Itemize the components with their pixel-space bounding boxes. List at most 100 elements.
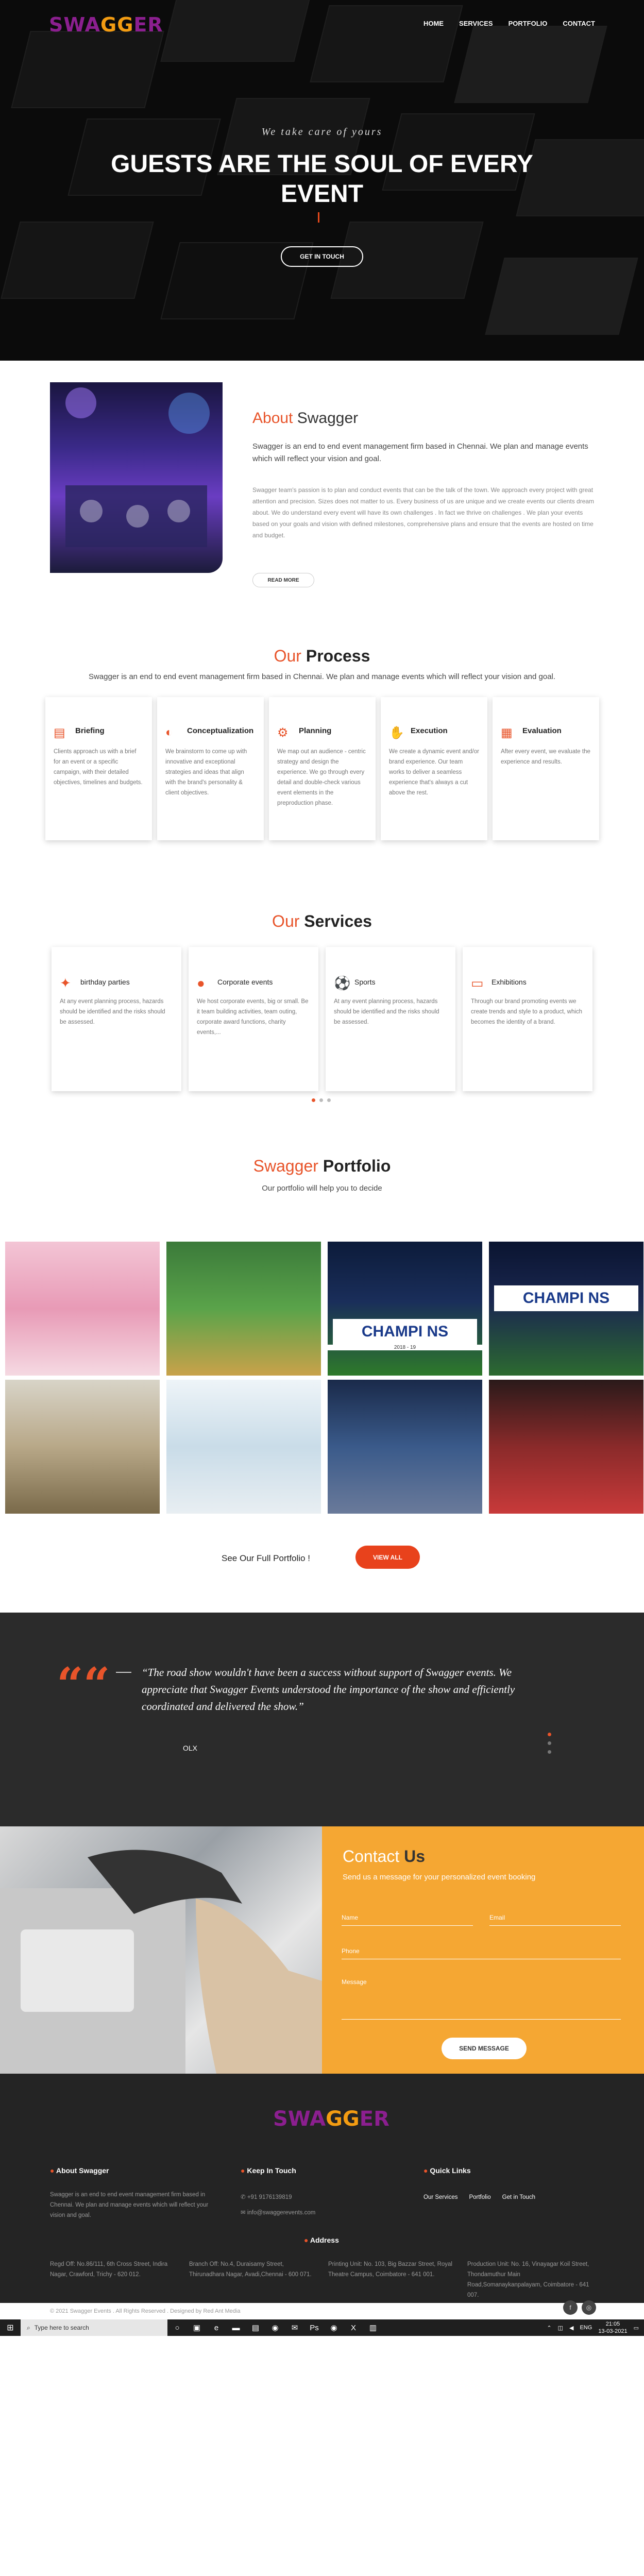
contact-title: Contact Us <box>343 1847 426 1866</box>
process-card-text: Clients approach us with a brief for an … <box>54 749 143 786</box>
network-icon[interactable]: ◫ <box>558 2325 563 2331</box>
process-card-briefing: ▤ Briefing Clients approach us with a br… <box>45 697 152 840</box>
portfolio-image-champions-2[interactable]: CHAMPI NS <box>489 1242 643 1376</box>
notes-icon[interactable]: ▥ <box>363 2319 383 2336</box>
file-explorer-icon[interactable]: ▬ <box>226 2319 246 2336</box>
board-icon: ▭ <box>471 975 484 991</box>
service-card-title: Corporate events <box>217 978 273 986</box>
portfolio-title: Swagger Portfolio <box>253 1157 391 1175</box>
nav-home[interactable]: HOME <box>423 20 444 27</box>
about-body: Swagger team's passion is to plan and co… <box>252 486 595 539</box>
portfolio-image-product-display[interactable] <box>489 1380 643 1514</box>
facebook-icon[interactable]: f <box>563 2300 578 2315</box>
edge-icon[interactable]: e <box>207 2319 226 2336</box>
clock[interactable]: 21:05 13-03-2021 <box>598 2320 627 2335</box>
notification-icon[interactable]: ▭ <box>634 2325 639 2331</box>
champions-year: 2018 - 19 <box>328 1345 482 1350</box>
task-view-icon[interactable]: ▣ <box>187 2319 207 2336</box>
process-card-evaluation: ▦ Evaluation After every event, we evalu… <box>493 697 599 840</box>
process-card-text: We map out an audience - centric strateg… <box>277 749 366 806</box>
brand-logo[interactable]: SWAGGER <box>49 13 163 36</box>
photoshop-icon[interactable]: Ps <box>304 2319 324 2336</box>
cortana-icon[interactable]: ○ <box>167 2319 187 2336</box>
system-tray: ⌃ ◫ ◀ ENG 21:05 13-03-2021 ▭ <box>547 2319 639 2336</box>
service-card-birthday[interactable]: ✦ birthday parties At any event planning… <box>52 947 181 1091</box>
portfolio-image-exhibition-stall[interactable] <box>328 1380 482 1514</box>
excel-icon[interactable]: X <box>344 2319 363 2336</box>
testimonial-dot[interactable] <box>548 1741 551 1745</box>
mail-icon: ✉ <box>241 2210 247 2216</box>
service-card-exhibitions[interactable]: ▭ Exhibitions Through our brand promotin… <box>463 947 592 1091</box>
quote-divider <box>116 1672 131 1673</box>
name-field[interactable]: Name <box>342 1914 473 1926</box>
clipboard-icon: ▤ <box>54 726 65 740</box>
full-portfolio-text: See Our Full Portfolio ! <box>222 1553 310 1563</box>
footer-links-heading: ● Quick Links <box>423 2166 471 2175</box>
language-indicator[interactable]: ENG <box>580 2325 592 2331</box>
hero-typing-cursor <box>318 212 319 223</box>
process-card-title: Execution <box>411 726 448 735</box>
phone-field[interactable]: Phone <box>342 1947 621 1959</box>
social-links: f ◎ <box>563 2300 596 2315</box>
footer-link-portfolio[interactable]: Portfolio <box>469 2192 490 2202</box>
footer-address-2: Branch Off: No.4, Duraisamy Street, Thir… <box>189 2261 312 2278</box>
email-field[interactable]: Email <box>489 1914 621 1926</box>
portfolio-image-kids-activity[interactable] <box>166 1380 321 1514</box>
carousel-dot[interactable] <box>312 1098 315 1102</box>
footer-keep-heading: ● Keep In Touch <box>241 2166 296 2175</box>
footer-email[interactable]: ✉ info@swaggerevents.com <box>241 2208 315 2218</box>
process-card-title: Evaluation <box>522 726 562 735</box>
read-more-button[interactable]: READ MORE <box>252 573 314 587</box>
nav-portfolio[interactable]: PORTFOLIO <box>509 20 548 27</box>
service-card-corporate[interactable]: ● Corporate events We host corporate eve… <box>189 947 318 1091</box>
process-title: Our Process <box>274 647 370 665</box>
chrome-icon[interactable]: ◉ <box>265 2319 285 2336</box>
portfolio-subtitle: Our portfolio will help you to decide <box>262 1184 382 1193</box>
volume-icon[interactable]: ◀ <box>569 2325 573 2331</box>
footer-about-heading: ● About Swagger <box>50 2166 109 2175</box>
handshake-icon: ✋ <box>389 726 404 740</box>
get-in-touch-button[interactable]: GET IN TOUCH <box>281 246 363 267</box>
taskbar-search[interactable]: ⌕ Type here to search <box>21 2319 167 2336</box>
service-card-text: Through our brand promoting events we cr… <box>471 998 583 1025</box>
service-cards: ✦ birthday parties At any event planning… <box>52 947 592 1091</box>
process-card-text: We create a dynamic event and/or brand e… <box>389 749 479 796</box>
footer-phone[interactable]: ✆ +91 9176139819 <box>241 2192 292 2202</box>
testimonial-dot[interactable] <box>548 1733 551 1736</box>
process-card-title: Planning <box>299 726 332 735</box>
chrome-icon[interactable]: ◉ <box>324 2319 344 2336</box>
footer-quick-links: Our Services Portfolio Get in Touch <box>423 2192 535 2202</box>
nav-contact[interactable]: CONTACT <box>563 20 595 27</box>
chevron-up-icon[interactable]: ⌃ <box>547 2325 551 2331</box>
footer-address-heading: ● Address <box>304 2236 339 2244</box>
footer-address-3: Printing Unit: No. 103, Big Bazzar Stree… <box>328 2261 452 2278</box>
stage-lights-illustration <box>65 387 210 547</box>
portfolio-image-champions-1[interactable]: CHAMPI NS 2018 - 19 <box>328 1242 482 1376</box>
instagram-icon[interactable]: ◎ <box>582 2300 596 2315</box>
testimonial-dot[interactable] <box>548 1750 551 1754</box>
portfolio-image-wedding-stage[interactable] <box>5 1242 160 1376</box>
process-subtitle: Swagger is an end to end event managemen… <box>88 672 556 681</box>
hero-title: GUESTS ARE THE SOUL OF EVERY EVENT <box>111 150 533 208</box>
people-icon: ● <box>197 975 205 991</box>
mail-app-icon[interactable]: ✉ <box>285 2319 304 2336</box>
store-icon[interactable]: ▤ <box>246 2319 265 2336</box>
nav-services[interactable]: SERVICES <box>459 20 493 27</box>
windows-start-icon[interactable]: ⊞ <box>0 2319 21 2336</box>
footer-link-services[interactable]: Our Services <box>423 2192 457 2202</box>
footer-about-text: Swagger is an end to end event managemen… <box>50 2192 209 2218</box>
message-field[interactable]: Message <box>342 1978 621 2020</box>
portfolio-image-event-guests[interactable] <box>5 1380 160 1514</box>
portfolio-image-balloon-decor[interactable] <box>166 1242 321 1376</box>
footer-link-contact[interactable]: Get in Touch <box>502 2192 535 2202</box>
carousel-dot[interactable] <box>327 1098 331 1102</box>
windows-taskbar: ⊞ ⌕ Type here to search ○ ▣ e ▬ ▤ ◉ ✉ Ps … <box>0 2319 644 2336</box>
about-lead: Swagger is an end to end event managemen… <box>252 442 588 463</box>
chart-icon: ▦ <box>501 726 513 740</box>
carousel-dot[interactable] <box>319 1098 323 1102</box>
footer-logo[interactable]: SWAGGER <box>273 2107 389 2131</box>
send-message-button[interactable]: SEND MESSAGE <box>442 2038 527 2059</box>
service-card-sports[interactable]: ⚽ Sports At any event planning process, … <box>326 947 455 1091</box>
view-all-button[interactable]: VIEW ALL <box>355 1546 420 1569</box>
footer-address-1: Regd Off: No.86/111, 6th Cross Street, I… <box>50 2261 168 2278</box>
